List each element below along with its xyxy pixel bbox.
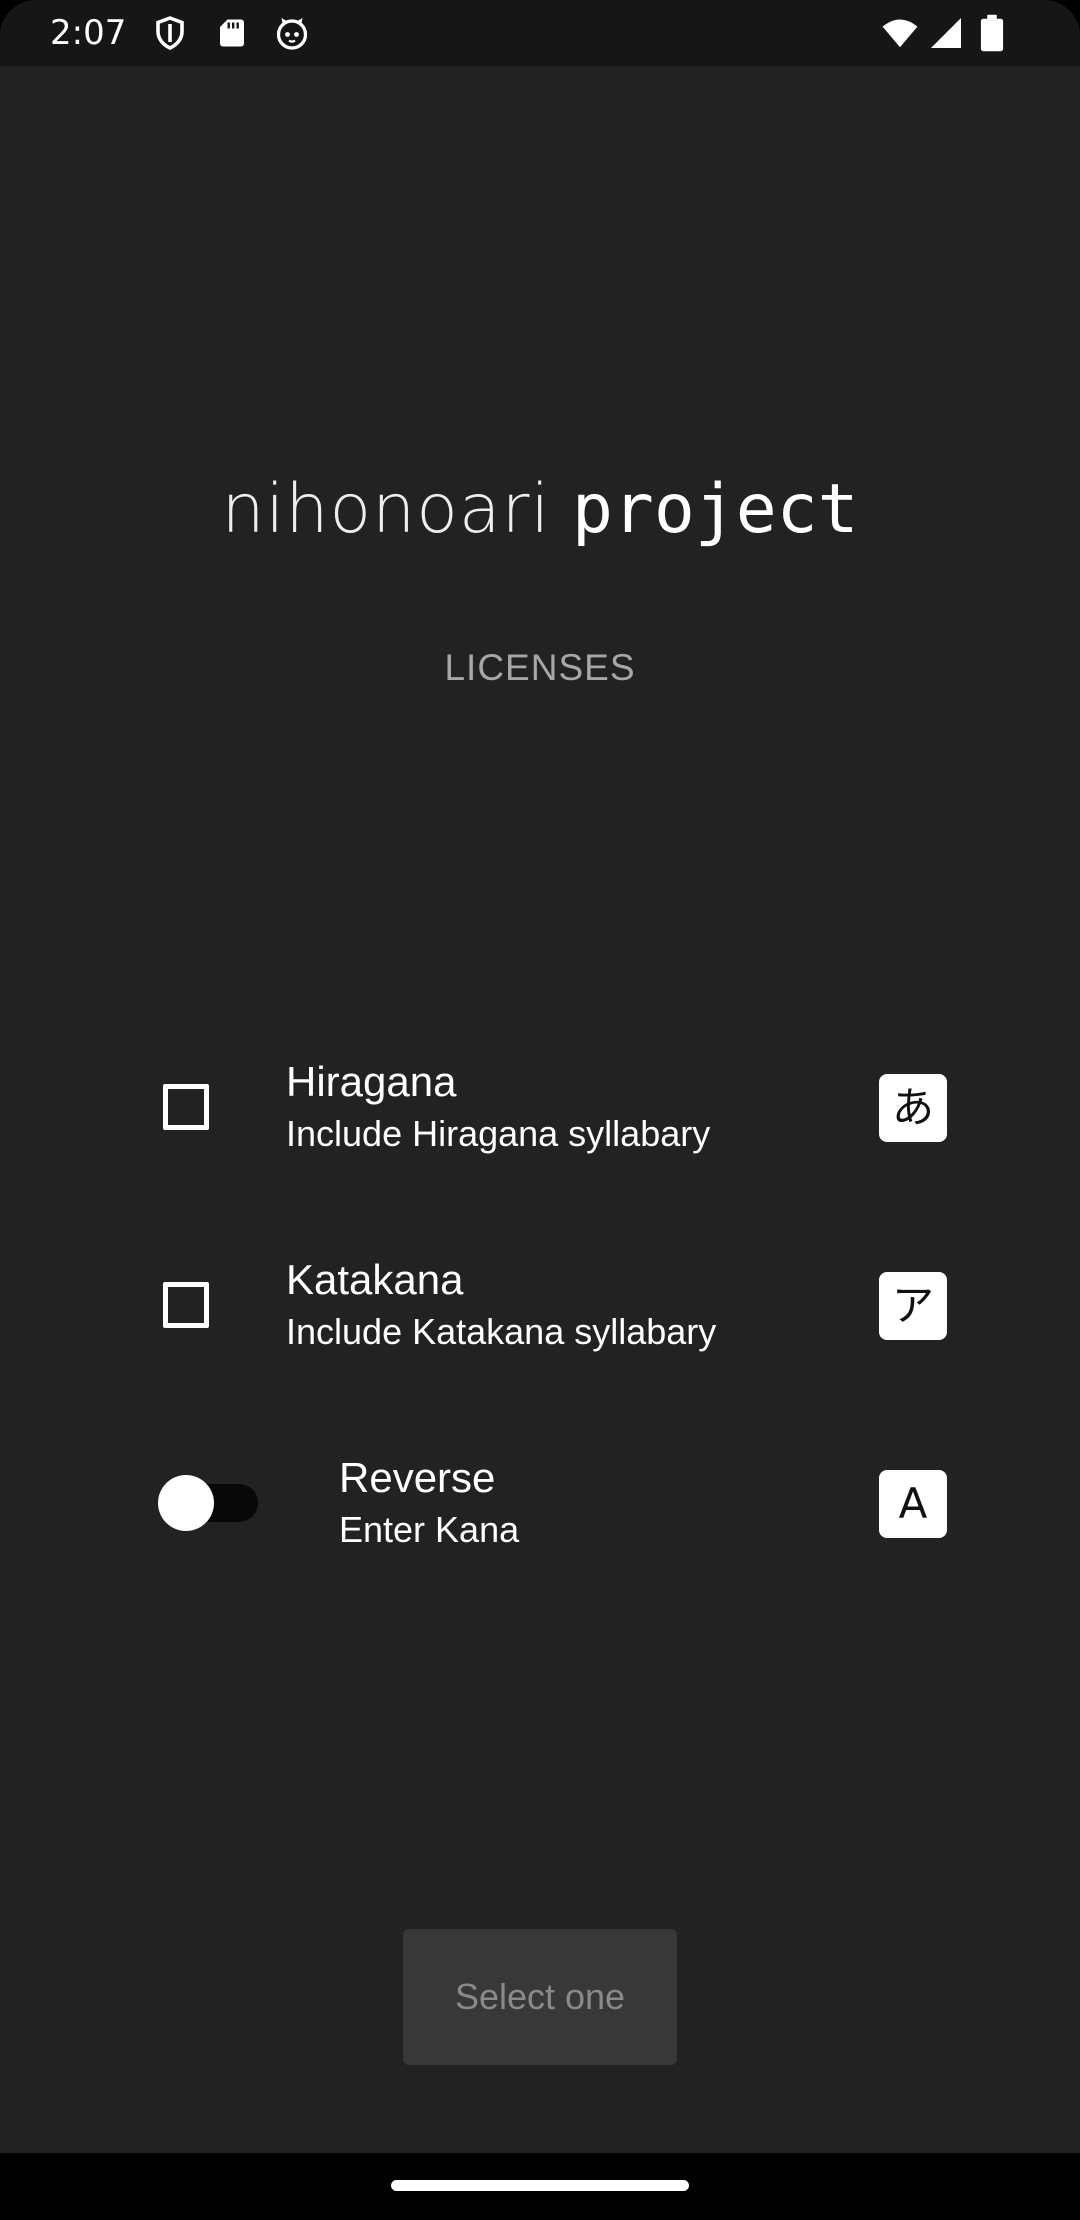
- select-one-button[interactable]: Select one: [403, 1929, 677, 2065]
- battery-icon: [978, 14, 1006, 52]
- option-reverse[interactable]: Reverse Enter Kana A: [0, 1436, 1080, 1576]
- option-hiragana[interactable]: Hiragana Include Hiragana syllabary あ: [0, 1040, 1080, 1180]
- licenses-link[interactable]: LICENSES: [0, 644, 1080, 692]
- katakana-badge: ア: [879, 1272, 947, 1340]
- shield-icon: [152, 14, 188, 52]
- status-time: 2:07: [50, 13, 127, 53]
- reverse-switch[interactable]: [158, 1474, 260, 1532]
- hiragana-badge: あ: [879, 1074, 947, 1142]
- reverse-badge: A: [879, 1470, 947, 1538]
- hiragana-checkbox[interactable]: [163, 1084, 209, 1130]
- app-title-light: nihonoari: [221, 470, 551, 549]
- reverse-subtitle: Enter Kana: [339, 1509, 520, 1550]
- katakana-subtitle: Include Katakana syllabary: [286, 1311, 717, 1352]
- app-screen: 2:07 nihonoari project LICENSES Hiragana…: [0, 0, 1080, 2220]
- hiragana-title: Hiragana: [286, 1058, 457, 1105]
- wifi-icon: [880, 14, 920, 52]
- signal-icon: [928, 14, 964, 52]
- app-title-bold: project: [571, 470, 859, 549]
- hiragana-subtitle: Include Hiragana syllabary: [286, 1113, 711, 1154]
- reverse-title: Reverse: [339, 1454, 496, 1501]
- status-bar: 2:07: [0, 0, 1080, 66]
- switch-thumb: [158, 1475, 214, 1531]
- option-katakana[interactable]: Katakana Include Katakana syllabary ア: [0, 1238, 1080, 1378]
- katakana-checkbox[interactable]: [163, 1282, 209, 1328]
- app-title: nihonoari project: [0, 470, 1080, 550]
- home-gesture-handle[interactable]: [391, 2180, 689, 2191]
- sd-card-icon: [214, 14, 250, 52]
- cat-icon: [274, 14, 310, 52]
- navigation-bar: [0, 2153, 1080, 2220]
- katakana-title: Katakana: [286, 1256, 464, 1303]
